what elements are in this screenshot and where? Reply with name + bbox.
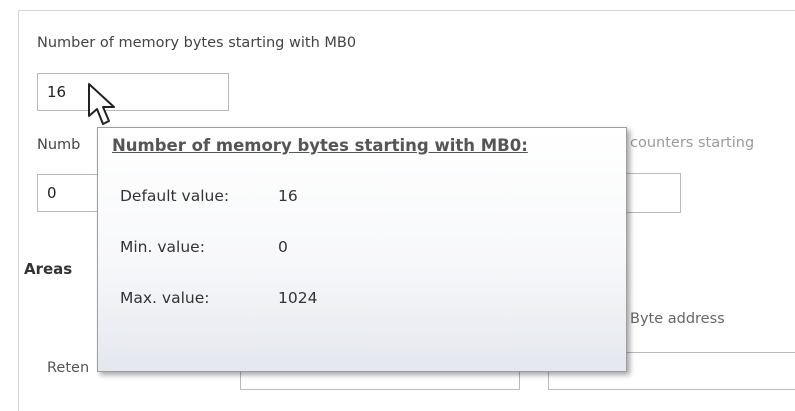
memory-bytes-value: 16 xyxy=(47,83,67,101)
tooltip-max-label: Max. value: xyxy=(120,289,210,307)
tooltip-popup: Number of memory bytes starting with MB0… xyxy=(97,127,627,372)
tooltip-max-value: 1024 xyxy=(278,289,318,307)
counters-label: counters starting xyxy=(630,135,755,151)
timers-label: Numb xyxy=(37,137,81,153)
tooltip-min-value: 0 xyxy=(278,238,288,256)
memory-bytes-input[interactable]: 16 xyxy=(37,73,229,111)
tooltip-default-value: 16 xyxy=(278,187,298,205)
tooltip-default-label: Default value: xyxy=(120,187,230,205)
tooltip-min-label: Min. value: xyxy=(120,238,205,256)
timers-value: 0 xyxy=(47,184,57,202)
areas-heading: Areas xyxy=(24,260,73,278)
arrow-pointer-icon xyxy=(88,83,115,125)
memory-bytes-label: Number of memory bytes starting with MB0 xyxy=(37,35,357,51)
retentive-area-label: Reten xyxy=(47,360,90,376)
byte-address-column-header: Byte address xyxy=(630,311,725,327)
tooltip-title: Number of memory bytes starting with MB0… xyxy=(112,136,528,155)
